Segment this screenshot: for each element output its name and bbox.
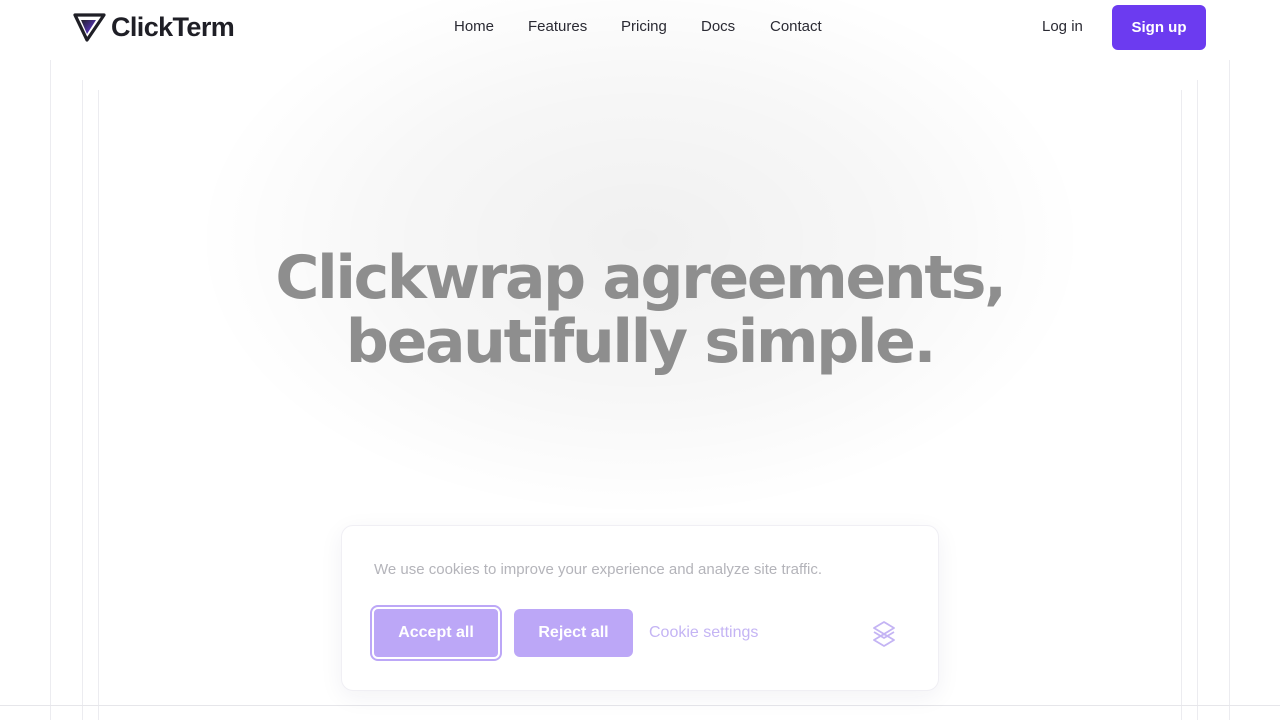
nav-item-docs[interactable]: Docs [701,17,735,37]
decorative-line [98,90,99,720]
main-nav: Home Features Pricing Docs Contact [0,17,1280,37]
decorative-line [82,80,83,720]
nav-item-contact[interactable]: Contact [770,17,822,37]
cookie-settings-link[interactable]: Cookie settings [649,623,758,643]
hero-headline-line: Clickwrap agreements, [275,243,1007,313]
signup-button[interactable]: Sign up [1112,5,1206,50]
cookie-message: We use cookies to improve your experienc… [374,561,823,578]
cookie-consent-logo-icon [870,619,898,647]
accept-all-button[interactable]: Accept all [372,607,500,659]
nav-item-pricing[interactable]: Pricing [621,17,667,37]
bottom-divider [0,705,1280,706]
landing-page: ClickTerm Home Features Pricing Docs Con… [0,0,1280,720]
login-link[interactable]: Log in [1042,17,1083,37]
nav-item-home[interactable]: Home [454,17,494,37]
cookie-banner: We use cookies to improve your experienc… [341,525,939,691]
hero-headline-line: beautifully simple. [345,307,936,377]
reject-all-button[interactable]: Reject all [514,609,633,657]
decorative-line [1229,60,1230,720]
nav-item-features[interactable]: Features [528,17,587,37]
decorative-line [1181,90,1182,720]
decorative-line [1197,80,1198,720]
hero-headline: Clickwrap agreements, beautifully simple… [140,246,1140,374]
site-header: ClickTerm Home Features Pricing Docs Con… [0,0,1280,56]
decorative-line [50,60,51,720]
